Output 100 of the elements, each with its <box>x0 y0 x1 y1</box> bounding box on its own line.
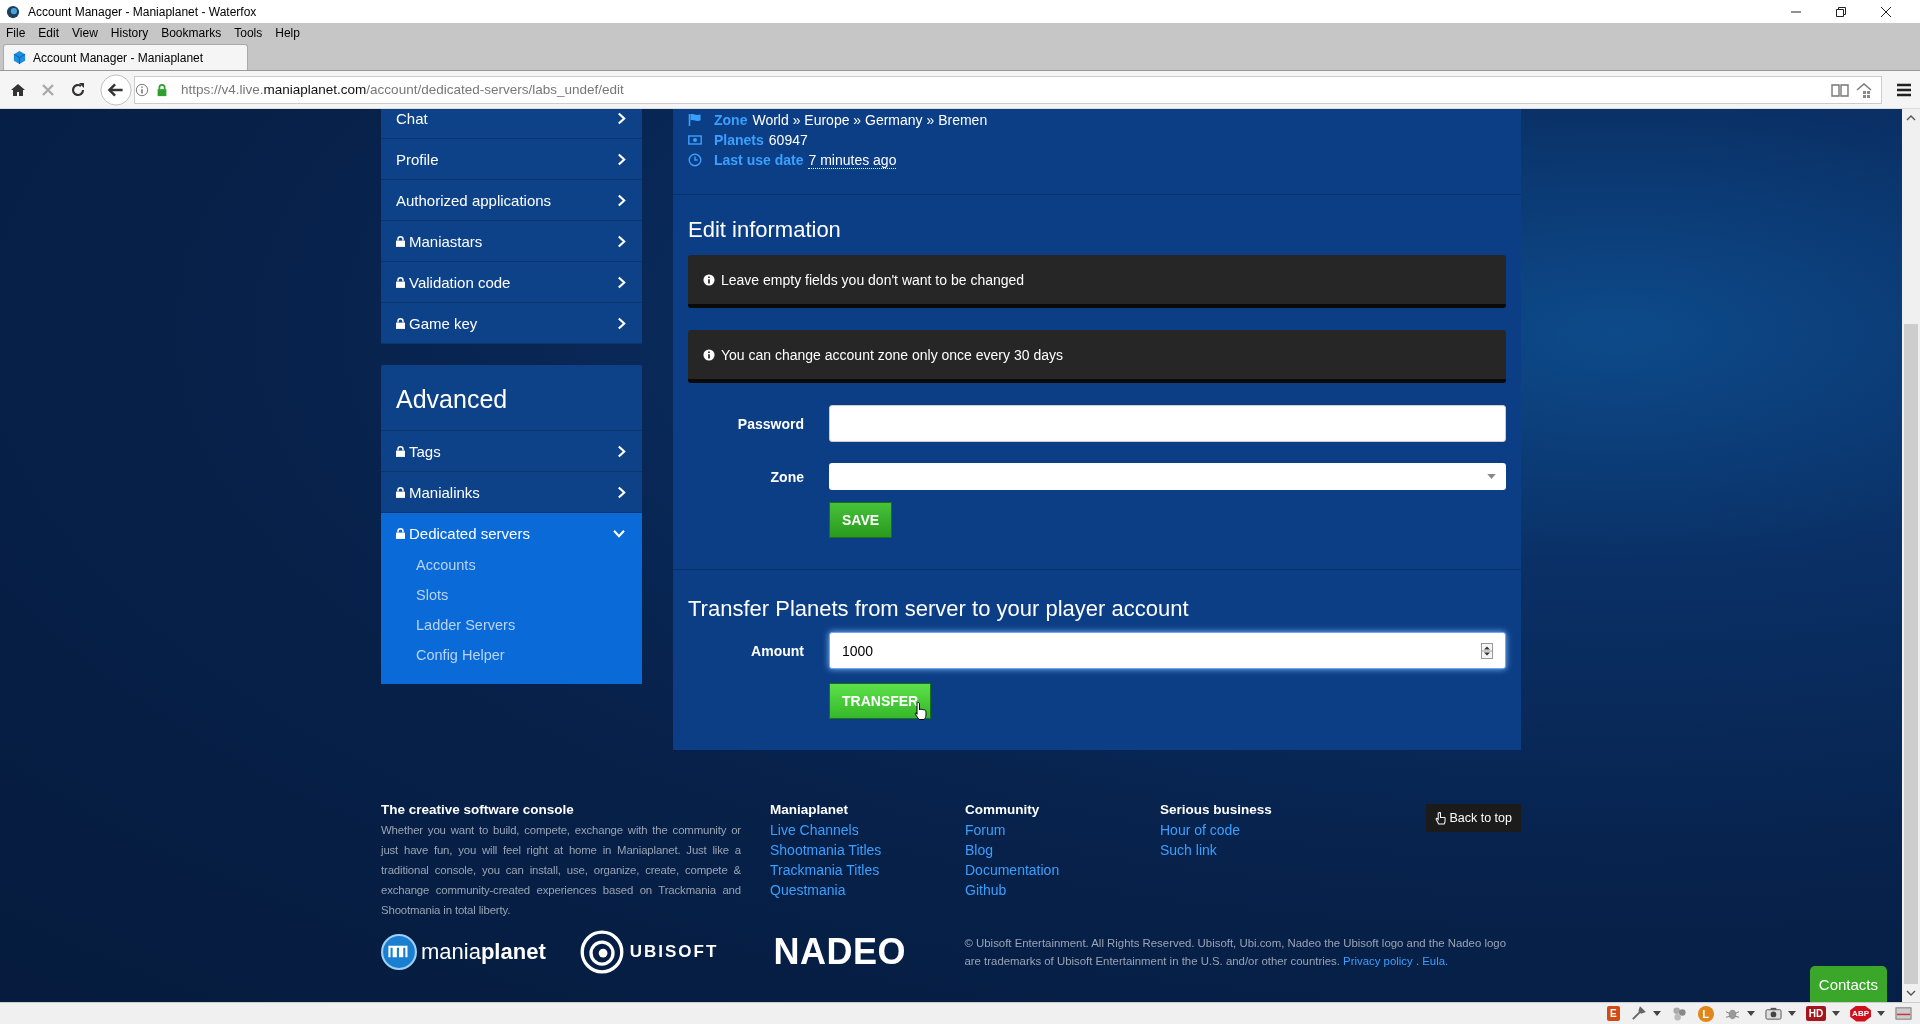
hand-pointer-icon <box>1435 811 1447 825</box>
copyright-text: © Ubisoft Entertainment. All Rights Reserved. Ubisoft, Ubi.com, Nadeo the Ubisoft logo and the Nadeo logo are trademarks of Ubisoft Entertainment in the U.S. and/or other countries. Privacy policy . Eula. <box>964 936 1507 969</box>
chevron-right-icon <box>617 152 626 166</box>
footer-link[interactable]: Shootmania Titles <box>770 840 882 860</box>
footer-link[interactable]: Questmania <box>770 880 846 900</box>
address-bar[interactable]: https://v4.live.maniaplanet.com/account/dedicated-servers/labs_undef/edit <box>134 75 1882 104</box>
menu-item[interactable]: History <box>110 25 155 40</box>
section-heading: Edit information <box>688 217 842 243</box>
ubisoft-logo[interactable]: UBISOFT <box>579 930 774 974</box>
menu-item[interactable]: Bookmarks <box>161 25 228 40</box>
banknote-icon <box>688 133 702 147</box>
eula-link[interactable]: Eula. <box>1422 955 1449 967</box>
dropdown-caret-icon[interactable] <box>1652 1011 1661 1016</box>
back-to-top-button[interactable]: Back to top <box>1426 804 1521 832</box>
circles-icon[interactable] <box>1670 1006 1688 1021</box>
footer-link[interactable]: Forum <box>965 820 1006 840</box>
sidebar-item-label: Manialinks <box>409 483 480 501</box>
close-icon[interactable] <box>1880 5 1892 18</box>
alert-text: You can change account zone only once every 30 days <box>721 346 1063 363</box>
sidebar-item[interactable]: Game key <box>381 303 642 344</box>
flag-icon <box>688 113 702 127</box>
sidebar-item-label: Chat <box>396 109 428 127</box>
menu-item[interactable]: Tools <box>234 25 269 40</box>
footer-heading: Serious business <box>1160 802 1273 817</box>
eyedropper-icon[interactable] <box>1629 1006 1647 1021</box>
addon-badge-icon[interactable]: HD <box>1805 1006 1827 1021</box>
swirl-icon <box>579 930 624 974</box>
footer-link[interactable]: Live Channels <box>770 820 859 840</box>
sidebar-item-label: Game key <box>409 314 478 332</box>
sidebar-item[interactable]: Tags <box>381 431 642 472</box>
clock-icon <box>688 153 702 167</box>
info-value: 7 minutes ago <box>808 151 897 169</box>
sidebar-item[interactable]: Profile <box>381 139 642 180</box>
addon-badge-icon[interactable]: E <box>1607 1006 1620 1021</box>
home-grid-icon[interactable] <box>1855 81 1873 98</box>
scrollbar[interactable] <box>1902 109 1920 1002</box>
dropdown-caret-icon[interactable] <box>1746 1011 1755 1016</box>
scroll-down-icon[interactable] <box>1906 990 1916 996</box>
reload-icon[interactable] <box>70 81 86 98</box>
window-icon[interactable] <box>1895 1006 1912 1021</box>
cube-icon <box>12 50 27 65</box>
password-field[interactable] <box>829 405 1506 442</box>
reader-view-icon[interactable] <box>1831 81 1849 98</box>
footer-link[interactable]: Blog <box>965 840 994 860</box>
sidebar-item[interactable]: Chat <box>381 109 642 139</box>
sidebar-item-label: Profile <box>396 150 439 168</box>
field-label: Zone <box>769 468 804 485</box>
window-title: Account Manager - Maniaplanet - Waterfox <box>28 4 258 19</box>
footer-link[interactable]: Hour of code <box>1160 820 1241 840</box>
footer-link[interactable]: Trackmania Titles <box>770 860 880 880</box>
amount-field[interactable]: 1000 <box>829 632 1506 669</box>
adblock-icon[interactable]: ABP <box>1850 1005 1871 1022</box>
dropdown-caret-icon[interactable] <box>1877 1011 1885 1016</box>
sidebar-item-label: Validation code <box>409 273 511 291</box>
sidebar-item-label: Tags <box>409 442 441 460</box>
info-icon[interactable] <box>135 82 149 97</box>
menu-icon[interactable] <box>1896 81 1912 98</box>
privacy-policy-link[interactable]: Privacy policy <box>1343 955 1413 967</box>
menu-item[interactable]: Help <box>275 25 306 40</box>
url-text: https://v4.live.maniaplanet.com/account/dedicated-servers/labs_undef/edit <box>181 82 625 97</box>
back-icon[interactable] <box>100 73 132 106</box>
browser-tab[interactable]: Account Manager - Maniaplanet <box>3 44 248 70</box>
spinner-icon[interactable] <box>1481 642 1493 659</box>
info-icon <box>703 348 715 361</box>
padlock-icon <box>155 82 169 97</box>
scrollbar-thumb[interactable] <box>1904 324 1918 984</box>
menu-item[interactable]: File <box>6 25 32 40</box>
chevron-right-icon <box>617 193 626 207</box>
footer-heading: The creative software console <box>381 802 575 817</box>
dropdown-caret-icon[interactable] <box>1832 1011 1841 1016</box>
dropdown-caret-icon[interactable] <box>1787 1011 1796 1016</box>
sidebar-item[interactable]: Dedicated servers <box>381 513 642 554</box>
home-icon[interactable] <box>10 81 26 98</box>
footer-heading: Maniaplanet <box>770 802 849 817</box>
alert-text: Leave empty fields you don't want to be changed <box>721 271 1025 288</box>
scroll-up-icon[interactable] <box>1906 115 1916 121</box>
chevron-right-icon <box>617 316 626 330</box>
field-label: Amount <box>750 642 804 659</box>
nadeo-logo[interactable]: NADEO <box>773 931 941 973</box>
footer-link[interactable]: Such link <box>1160 840 1217 860</box>
info-label: Planets <box>714 132 764 148</box>
sidebar-item-label: Dedicated servers <box>409 525 530 542</box>
menu-item[interactable]: Edit <box>38 25 66 40</box>
sidebar-item[interactable]: Authorized applications <box>381 180 642 221</box>
sidebar-item[interactable]: Maniastars <box>381 221 642 262</box>
chevron-right-icon <box>617 111 626 125</box>
footer-description: Whether you want to build, compete, exchange with the community or just have fun, you will feel right at home in Maniaplanet. Just like a traditional console, you can install, use, organize, create, compete & exchange community-created experiences based on Trackmania and Shootmania in total liberty. <box>381 823 741 918</box>
camera-icon[interactable] <box>1764 1006 1782 1021</box>
info-label: Last use date <box>714 152 804 168</box>
sidebar-item[interactable]: Validation code <box>381 262 642 303</box>
info-label: Zone <box>714 112 748 128</box>
footer-link[interactable]: Documentation <box>965 860 1060 880</box>
sidebar-item-label: Maniastars <box>409 232 483 250</box>
footer-link[interactable]: Github <box>965 880 1007 900</box>
chevron-right-icon <box>617 275 626 289</box>
menu-item[interactable]: View <box>72 25 104 40</box>
restore-icon[interactable] <box>1835 5 1847 18</box>
browser-logo-icon <box>6 4 20 19</box>
maniaplanet-logo[interactable]: maniaplanet <box>381 934 580 970</box>
sidebar-item-label: Authorized applications <box>396 191 552 209</box>
